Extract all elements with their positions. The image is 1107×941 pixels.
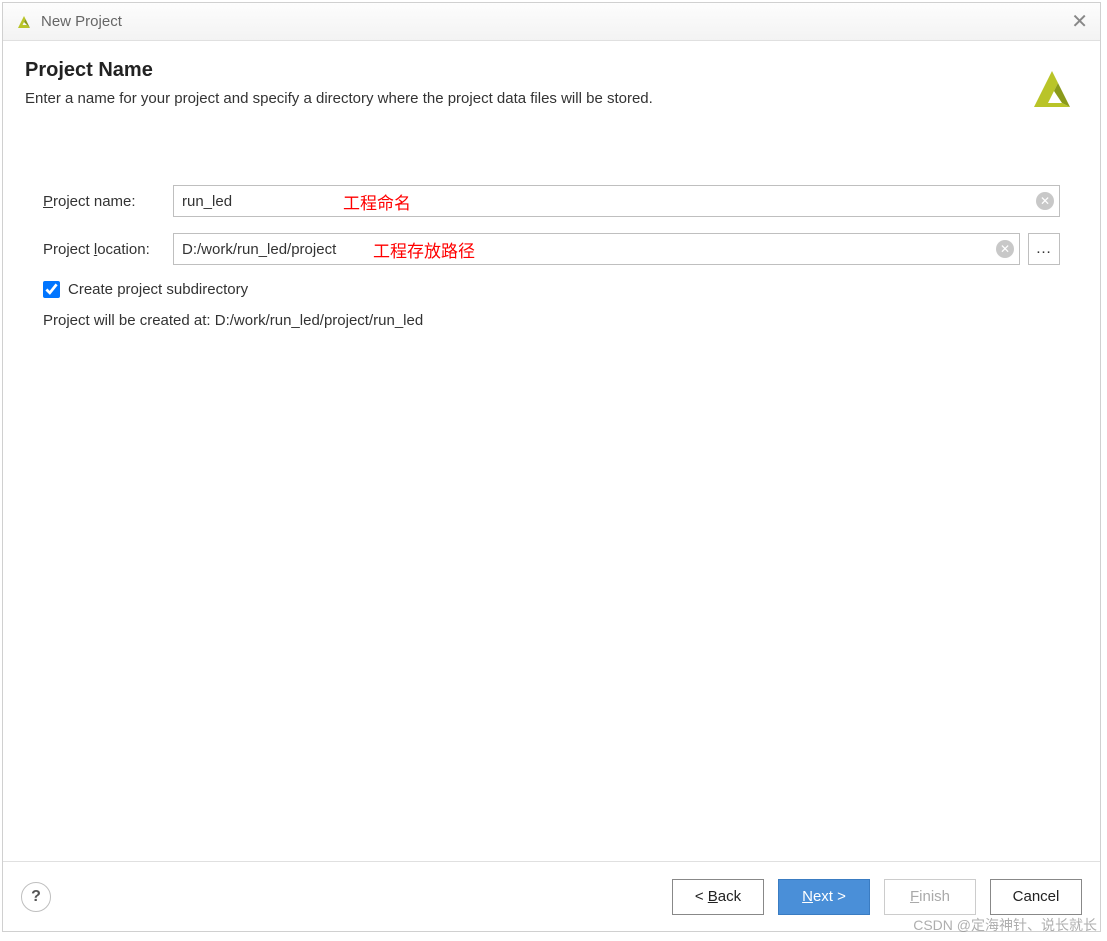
- window-title: New Project: [41, 13, 1071, 30]
- create-subdir-label: Create project subdirectory: [68, 281, 248, 298]
- content: Project name: ✕ 工程命名 Project location: ✕…: [3, 125, 1100, 861]
- cancel-button[interactable]: Cancel: [990, 879, 1082, 915]
- page-title: Project Name: [25, 59, 1016, 82]
- vivado-logo-icon: [1028, 65, 1076, 113]
- project-location-label: Project location:: [43, 241, 173, 258]
- project-name-row: Project name: ✕ 工程命名: [43, 185, 1060, 217]
- new-project-dialog: New Project ✕ Project Name Enter a name …: [2, 2, 1101, 932]
- created-at-hint: Project will be created at: D:/work/run_…: [43, 312, 1060, 329]
- page-subtitle: Enter a name for your project and specif…: [25, 90, 1016, 107]
- project-name-input[interactable]: [173, 185, 1060, 217]
- header: Project Name Enter a name for your proje…: [3, 41, 1100, 125]
- help-button[interactable]: ?: [21, 882, 51, 912]
- project-name-label: Project name:: [43, 193, 173, 210]
- watermark: CSDN @定海神针、说长就长: [913, 915, 1097, 935]
- next-button[interactable]: Next >: [778, 879, 870, 915]
- titlebar: New Project ✕: [3, 3, 1100, 41]
- browse-button[interactable]: …: [1028, 233, 1060, 265]
- clear-name-icon[interactable]: ✕: [1036, 192, 1054, 210]
- create-subdir-row: Create project subdirectory: [43, 281, 1060, 298]
- project-location-row: Project location: ✕ 工程存放路径 …: [43, 233, 1060, 265]
- finish-button: Finish: [884, 879, 976, 915]
- close-icon[interactable]: ✕: [1071, 12, 1088, 32]
- back-button[interactable]: < Back: [672, 879, 764, 915]
- project-location-input[interactable]: [173, 233, 1020, 265]
- clear-location-icon[interactable]: ✕: [996, 240, 1014, 258]
- vivado-app-icon: [15, 13, 33, 31]
- create-subdir-checkbox[interactable]: [43, 281, 60, 298]
